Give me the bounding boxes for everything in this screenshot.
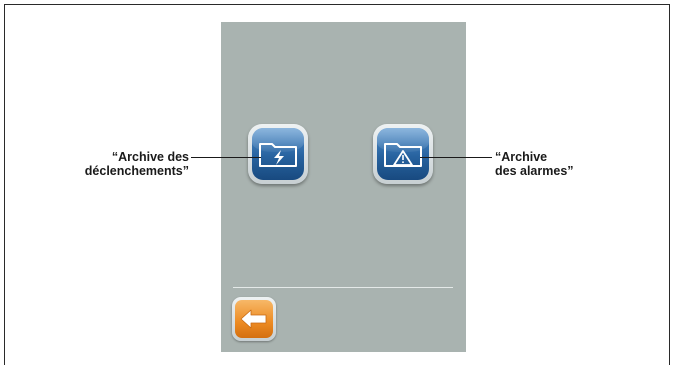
callout-alarm-archive: “Archive des alarmes” [495,150,574,178]
alarm-archive-button[interactable] [373,124,433,184]
callout-trip-archive-line2: déclenchements” [84,164,189,178]
callout-trip-archive: “Archive des déclenchements” [85,150,189,178]
back-button[interactable] [232,297,276,341]
screen-divider [233,287,453,288]
folder-warning-icon [384,143,422,167]
folder-lightning-icon [259,143,297,167]
callout-leader-left [191,157,261,158]
callout-alarm-archive-line1: “Archive [495,150,548,164]
callout-alarm-archive-line2: des alarmes” [495,164,574,178]
callout-trip-archive-line1: “Archive des [111,150,189,164]
callout-leader-right [420,157,492,158]
trip-archive-button[interactable] [248,124,308,184]
arrow-left-icon [240,309,267,329]
